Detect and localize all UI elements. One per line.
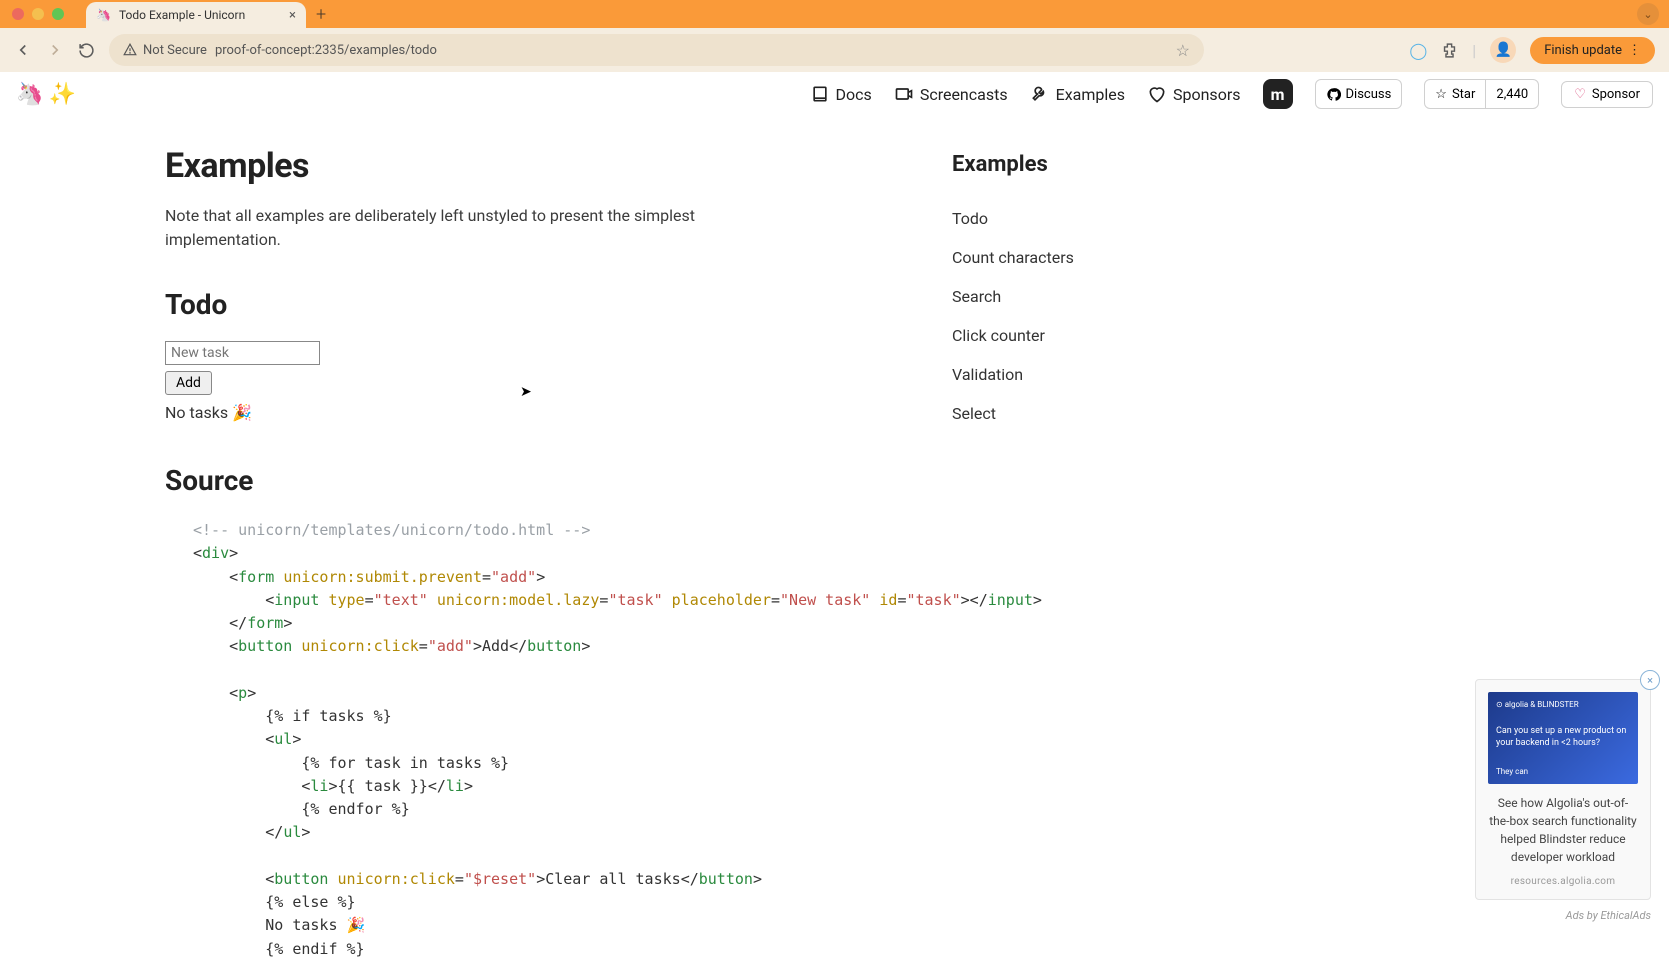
window-controls	[12, 8, 64, 20]
mouse-cursor-icon: ➤	[520, 384, 532, 400]
sponsor-label: Sponsor	[1592, 87, 1640, 102]
ad-img-answer: They can	[1496, 767, 1630, 776]
nav-examples-label: Examples	[1056, 85, 1125, 104]
discuss-label: Discuss	[1346, 87, 1392, 102]
ad-text: See how Algolia's out-of-the-box search …	[1488, 794, 1638, 866]
brand-logo[interactable]: 🦄 ✨	[16, 82, 76, 107]
not-secure-label: Not Secure	[143, 43, 207, 58]
star-label: Star	[1452, 87, 1475, 102]
page-title: Examples	[165, 146, 800, 186]
ad-img-question: Can you set up a new product on your bac…	[1496, 726, 1630, 749]
add-button[interactable]: Add	[165, 371, 212, 395]
github-discuss-button[interactable]: Discuss	[1315, 79, 1403, 109]
book-icon	[810, 84, 830, 104]
github-icon	[1326, 87, 1341, 102]
main-column: Examples Note that all examples are deli…	[0, 146, 800, 958]
heart-pink-icon: ♡	[1574, 87, 1586, 102]
reload-button[interactable]	[78, 42, 95, 59]
extension-circle-icon[interactable]: ◯	[1409, 41, 1427, 60]
heart-icon	[1147, 84, 1167, 104]
nav-screencasts-label: Screencasts	[920, 85, 1008, 104]
browser-tab[interactable]: 🦄 Todo Example - Unicorn ×	[86, 2, 306, 28]
not-secure-badge[interactable]: Not Secure	[123, 43, 207, 58]
sidebar-item-validation[interactable]: Validation	[940, 355, 1086, 394]
nav-docs-label: Docs	[836, 85, 872, 104]
wrench-icon	[1030, 84, 1050, 104]
nav-sponsors-label: Sponsors	[1173, 85, 1241, 104]
browser-tab-strip: 🦄 Todo Example - Unicorn × + ⌄	[0, 0, 1669, 28]
finish-update-button[interactable]: Finish update ⋮	[1530, 37, 1655, 64]
source-code-block: <!-- unicorn/templates/unicorn/todo.html…	[165, 519, 800, 958]
nav-examples[interactable]: Examples	[1030, 84, 1125, 104]
sidebar-title: Examples	[940, 152, 1086, 177]
section-todo-heading: Todo	[165, 288, 800, 321]
no-tasks-text: No tasks 🎉	[165, 403, 800, 422]
intro-note: Note that all examples are deliberately …	[165, 204, 800, 252]
ad-source: resources.algolia.com	[1488, 876, 1638, 887]
close-window-icon[interactable]	[12, 8, 24, 20]
browser-toolbar: Not Secure proof-of-concept:2335/example…	[0, 28, 1669, 72]
ad-img-brand: ⊙ algolia & BLINDSTER	[1496, 700, 1630, 709]
sidebar-item-click[interactable]: Click counter	[940, 316, 1086, 355]
nav-docs[interactable]: Docs	[810, 84, 872, 104]
tab-title: Todo Example - Unicorn	[119, 8, 281, 22]
sponsor-button[interactable]: ♡ Sponsor	[1561, 81, 1653, 108]
finish-update-label: Finish update	[1544, 43, 1622, 58]
ad-box[interactable]: × ⊙ algolia & BLINDSTER Can you set up a…	[1475, 679, 1651, 900]
minimize-window-icon[interactable]	[32, 8, 44, 20]
bookmark-star-icon[interactable]: ☆	[1176, 41, 1190, 60]
tab-favicon-icon: 🦄	[96, 8, 111, 22]
nav-sponsors[interactable]: Sponsors	[1147, 84, 1241, 104]
nav-screencasts[interactable]: Screencasts	[894, 84, 1008, 104]
ad-image: ⊙ algolia & BLINDSTER Can you set up a n…	[1488, 692, 1638, 784]
ad-close-icon[interactable]: ×	[1640, 670, 1660, 690]
github-star-button[interactable]: ☆ Star 2,440	[1424, 79, 1539, 109]
sidebar-item-search[interactable]: Search	[940, 277, 1086, 316]
maximize-window-icon[interactable]	[52, 8, 64, 20]
profile-avatar[interactable]: 👤	[1490, 37, 1516, 63]
address-bar[interactable]: Not Secure proof-of-concept:2335/example…	[109, 34, 1204, 66]
section-source-heading: Source	[165, 464, 800, 497]
new-task-input[interactable]	[165, 341, 320, 365]
page-content: 🦄 ✨ Docs Screencasts Examples Sponsors m	[0, 72, 1669, 958]
sidebar-item-todo[interactable]: Todo	[940, 199, 1086, 238]
sidebar-item-count[interactable]: Count characters	[940, 238, 1086, 277]
url-text: proof-of-concept:2335/examples/todo	[215, 43, 437, 58]
site-header: 🦄 ✨ Docs Screencasts Examples Sponsors m	[0, 72, 1669, 116]
video-icon	[894, 84, 914, 104]
new-tab-button[interactable]: +	[316, 4, 326, 25]
forward-button[interactable]	[46, 41, 64, 59]
extensions-icon[interactable]	[1441, 42, 1458, 59]
close-tab-icon[interactable]: ×	[289, 8, 296, 23]
kebab-icon: ⋮	[1628, 43, 1641, 58]
sidebar-item-select[interactable]: Select	[940, 394, 1086, 433]
tabs-dropdown-icon[interactable]: ⌄	[1637, 3, 1659, 25]
mastodon-icon[interactable]: m	[1263, 79, 1293, 109]
sidebar: Examples Todo Count characters Search Cl…	[940, 146, 1086, 958]
star-icon: ☆	[1435, 87, 1447, 102]
ad-attribution[interactable]: Ads by EthicalAds	[1566, 909, 1651, 922]
star-count: 2,440	[1485, 80, 1538, 108]
back-button[interactable]	[14, 41, 32, 59]
